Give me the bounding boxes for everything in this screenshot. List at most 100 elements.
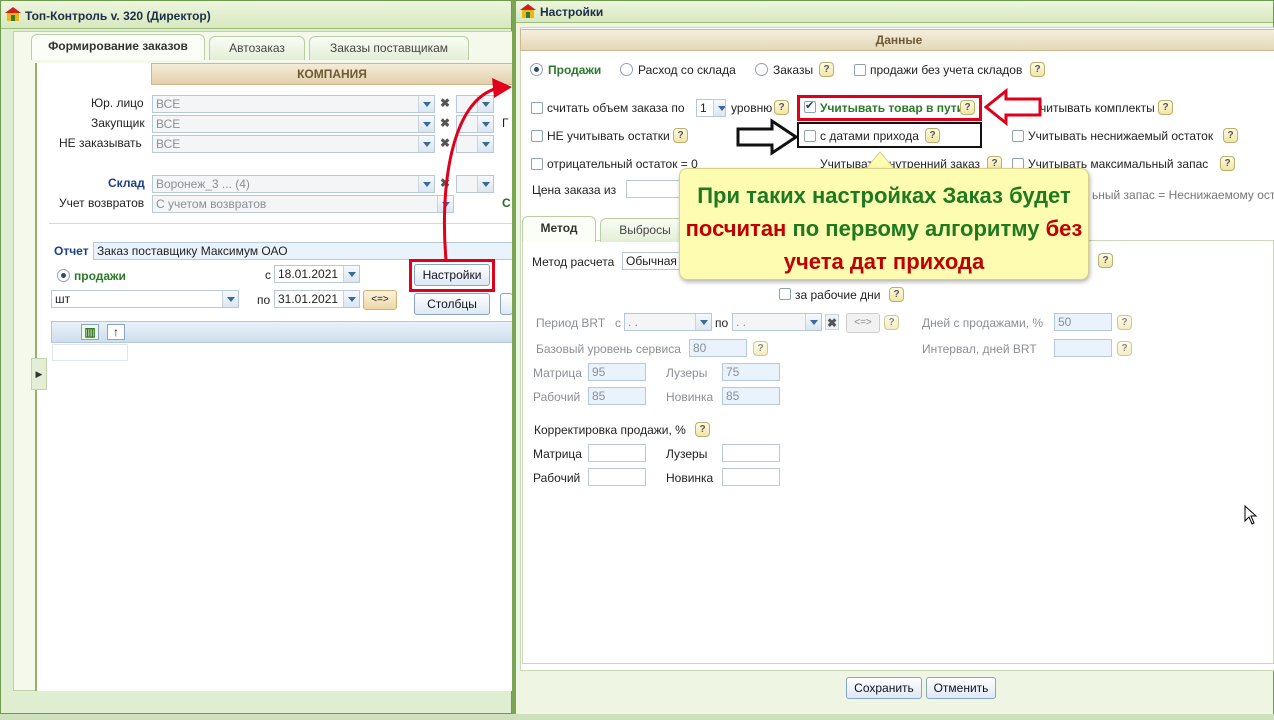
mouse-cursor-icon — [1244, 505, 1258, 525]
sales-radio[interactable] — [57, 269, 70, 282]
min-stock-label: Учитывать неснижаемый остаток — [1028, 129, 1214, 143]
min-stock-checkbox[interactable] — [1012, 130, 1024, 142]
grid-cell[interactable] — [52, 344, 128, 361]
mode-outflow-radio[interactable] — [620, 63, 633, 76]
no-warehouse-checkbox[interactable] — [854, 64, 866, 76]
grid-columns-icon[interactable]: ▥ — [81, 324, 99, 340]
working-field[interactable]: 85 — [588, 387, 646, 405]
help-icon[interactable]: ? — [774, 100, 789, 115]
exclude-label: НЕ заказывать — [59, 136, 142, 150]
help-icon[interactable]: ? — [1117, 341, 1132, 356]
grid-area — [51, 343, 513, 689]
from-date[interactable]: 18.01.2021 — [274, 265, 360, 283]
losers-label: Лузеры — [666, 366, 708, 380]
black-arrow-icon — [736, 118, 798, 156]
to-label: по — [257, 293, 271, 307]
unit-value: шт — [55, 292, 71, 306]
chevron-down-icon[interactable] — [695, 314, 711, 330]
mode-sales-label: Продажи — [548, 63, 602, 77]
losers-field[interactable]: 75 — [722, 363, 780, 381]
tab-supplier-orders[interactable]: Заказы поставщикам — [309, 36, 469, 60]
ignore-stock-checkbox[interactable] — [531, 130, 543, 142]
working-label: Рабочий — [533, 390, 581, 404]
help-icon[interactable]: ? — [1220, 156, 1235, 171]
help-icon[interactable]: ? — [673, 128, 688, 143]
new-field[interactable]: 85 — [722, 387, 780, 405]
legal-select[interactable]: ВСЕ — [152, 95, 435, 113]
unit-select[interactable]: шт — [51, 290, 239, 308]
to-date-value: 31.01.2021 — [278, 292, 339, 306]
callout-text-1: При таких настройках Заказ будет — [697, 183, 1071, 208]
annotation-arrow — [442, 78, 512, 261]
help-icon[interactable]: ? — [819, 62, 834, 77]
returns-select[interactable]: С учетом возвратов — [152, 195, 454, 213]
brt-interval-field[interactable] — [1054, 339, 1112, 357]
clear-icon[interactable]: ✖ — [825, 314, 839, 330]
arrow-up-icon[interactable]: ↑ — [107, 324, 125, 340]
mode-sales-radio[interactable] — [530, 63, 543, 76]
mode-outflow-label: Расход со склада — [638, 63, 736, 77]
save-button[interactable]: Сохранить — [846, 677, 922, 699]
corr-working-field[interactable] — [588, 468, 646, 486]
buyer-select[interactable]: ВСЕ — [152, 115, 435, 133]
data-section-header: Данные — [520, 29, 1274, 51]
warehouse-select[interactable]: Воронеж_3 ... (4) — [152, 175, 435, 193]
chevron-down-icon[interactable] — [343, 266, 359, 282]
help-icon[interactable]: ? — [1117, 315, 1132, 330]
workdays-checkbox[interactable] — [779, 288, 791, 300]
cancel-button[interactable]: Отменить — [926, 677, 996, 699]
new-label: Новинка — [666, 390, 714, 404]
chevron-down-icon[interactable] — [343, 291, 359, 307]
level-select[interactable]: 1 — [696, 99, 726, 117]
brt-to-date[interactable]: . . — [732, 313, 822, 331]
price-field[interactable] — [626, 180, 686, 198]
tab-order-forming[interactable]: Формирование заказов — [31, 34, 205, 60]
method-label: Метод расчета — [532, 255, 615, 269]
brt-from-date[interactable]: . . — [624, 313, 712, 331]
chevron-down-icon[interactable] — [805, 314, 821, 330]
correction-label: Корректировка продажи, % — [534, 423, 686, 437]
tab-outliers[interactable]: Выбросы — [600, 218, 690, 242]
help-icon[interactable]: ? — [1098, 253, 1113, 268]
swap-dates-button[interactable]: <=> — [363, 290, 397, 310]
help-icon[interactable]: ? — [884, 315, 899, 330]
sales-days-field[interactable]: 50 — [1054, 313, 1112, 331]
expand-arrow-icon[interactable]: ▶ — [31, 358, 47, 390]
red-arrow-icon — [984, 88, 1042, 126]
count-volume-checkbox[interactable] — [531, 102, 543, 114]
help-icon[interactable]: ? — [1030, 62, 1045, 77]
corr-losers-label: Лузеры — [666, 447, 708, 461]
corr-losers-field[interactable] — [722, 444, 780, 462]
columns-button[interactable]: Столбцы — [414, 293, 490, 315]
tab-autoorder[interactable]: Автозаказ — [209, 36, 305, 60]
corr-matrix-field[interactable] — [588, 444, 646, 462]
help-icon[interactable]: ? — [1158, 100, 1173, 115]
corr-new-field[interactable] — [722, 468, 780, 486]
negative-stock-checkbox[interactable] — [531, 158, 543, 170]
matrix-label: Матрица — [533, 366, 582, 380]
callout-text-2: посчитан — [685, 216, 787, 241]
chevron-down-icon[interactable] — [713, 100, 725, 116]
app-icon — [5, 7, 21, 21]
sales-radio-label: продажи — [74, 269, 126, 283]
from-date-value: 18.01.2021 — [278, 267, 339, 281]
chevron-down-icon[interactable] — [222, 291, 238, 307]
mode-orders-radio[interactable] — [755, 63, 768, 76]
kits-label: читывать комплекты — [1040, 101, 1155, 115]
exclude-select[interactable]: ВСЕ — [152, 135, 435, 153]
matrix-field[interactable]: 95 — [588, 363, 646, 381]
tab-method[interactable]: Метод — [522, 216, 596, 242]
help-icon[interactable]: ? — [695, 422, 710, 437]
service-field[interactable]: 80 — [689, 339, 747, 357]
help-icon[interactable]: ? — [753, 341, 768, 356]
method-select[interactable]: Обычная — [622, 252, 682, 270]
report-label: Отчет — [54, 244, 89, 258]
negative-stock-label: отрицательный остаток = 0 — [547, 157, 698, 171]
corr-new-label: Новинка — [666, 471, 714, 485]
help-icon[interactable]: ? — [1223, 128, 1238, 143]
brt-swap-button[interactable]: <=> — [846, 313, 880, 333]
exclude-value: ВСЕ — [156, 137, 181, 151]
help-icon[interactable]: ? — [889, 287, 904, 302]
to-date[interactable]: 31.01.2021 — [274, 290, 360, 308]
from-label: с — [265, 268, 271, 282]
